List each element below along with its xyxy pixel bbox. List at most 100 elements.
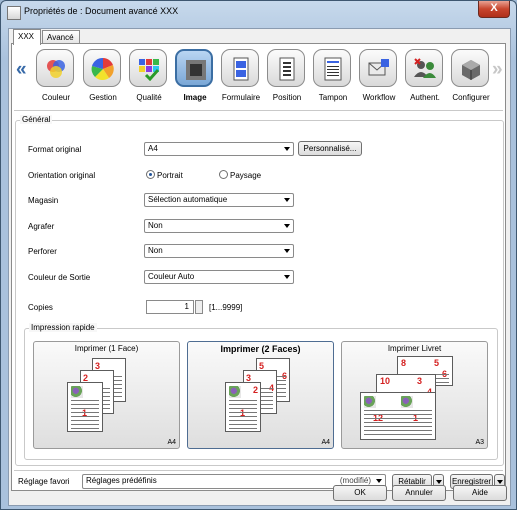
text-line — [229, 416, 257, 417]
window-title: Propriétés de : Document avancé XXX — [24, 6, 179, 16]
text-line — [229, 428, 257, 429]
title-bar: Propriétés de : Document avancé XXX X — [1, 1, 516, 23]
quick-print-booklet[interactable]: Imprimer Livret 856 1034 121 A3 — [341, 341, 488, 449]
copies-value: 1 — [184, 302, 189, 311]
category-configurer[interactable]: Configurer — [448, 47, 494, 105]
quick-print-simplex[interactable]: Imprimer (1 Face) 3 2 1 A4 — [33, 341, 180, 449]
couleur-sortie-select[interactable]: Couleur Auto — [144, 270, 294, 284]
quick-print-group: Impression rapide Imprimer (1 Face) 3 2 … — [24, 323, 498, 460]
ok-button[interactable]: OK — [333, 485, 387, 501]
quality-grid-icon — [129, 49, 167, 87]
format-value: A4 — [148, 144, 158, 153]
properties-window: Propriétés de : Document avancé XXX X XX… — [0, 0, 517, 510]
text-line — [364, 422, 432, 423]
general-group: Général Format original A4 Personnalisé.… — [15, 115, 504, 466]
general-title: Général — [20, 115, 53, 124]
flower-image-icon — [401, 396, 413, 408]
text-line — [71, 428, 99, 429]
chevron-down-icon — [284, 147, 290, 151]
card-title: Imprimer (2 Faces) — [220, 344, 301, 354]
copies-stepper[interactable]: 1 — [146, 300, 194, 314]
portrait-radio[interactable] — [146, 170, 155, 179]
form-ab-icon — [221, 49, 259, 87]
text-line — [71, 420, 99, 421]
workflow-envelope-icon — [359, 49, 397, 87]
page-icon: 1 — [67, 382, 103, 432]
agrafer-label: Agrafer — [28, 222, 55, 231]
format-select[interactable]: A4 — [144, 142, 294, 156]
couleur-sortie-value: Couleur Auto — [148, 272, 195, 281]
magasin-label: Magasin — [28, 196, 59, 205]
perforer-value: Non — [148, 246, 163, 255]
scroll-left-arrow-icon[interactable]: « — [16, 59, 27, 81]
chevron-down-icon — [284, 198, 290, 202]
chevron-down-icon — [436, 480, 442, 484]
format-label: Format original — [28, 145, 82, 154]
quick-print-duplex[interactable]: Imprimer (2 Faces) 56 34 12 A4 — [187, 341, 334, 449]
page-icon: 121 — [360, 392, 436, 440]
portrait-label: Portrait — [157, 171, 183, 180]
tab-xxx[interactable]: XXX — [13, 29, 41, 45]
tab-panel: « Couleur Gestion Qualité Image Formulai… — [11, 43, 506, 491]
landscape-label: Paysage — [230, 171, 262, 180]
category-strip: « Couleur Gestion Qualité Image Formulai… — [12, 47, 505, 105]
text-line — [364, 430, 432, 431]
agrafer-select[interactable]: Non — [144, 219, 294, 233]
text-line — [364, 418, 432, 419]
text-line — [71, 408, 99, 409]
orientation-label: Orientation original — [28, 171, 96, 180]
category-couleur[interactable]: Couleur — [33, 47, 79, 105]
category-label: Configurer — [452, 93, 490, 102]
card-title: Imprimer (1 Face) — [74, 344, 139, 353]
text-line — [364, 410, 432, 411]
favorite-label: Réglage favori — [18, 477, 70, 486]
close-button[interactable]: X — [478, 1, 510, 18]
dialog-client: XXX Avancé « Couleur Gestion Qualité Ima… — [8, 28, 511, 506]
text-line — [71, 412, 99, 413]
landscape-radio[interactable] — [219, 170, 228, 179]
help-button[interactable]: Aide — [453, 485, 507, 501]
text-line — [71, 424, 99, 425]
perforer-select[interactable]: Non — [144, 244, 294, 258]
perforer-label: Perforer — [28, 247, 57, 256]
magasin-select[interactable]: Sélection automatique — [144, 193, 294, 207]
color-circles-icon — [36, 49, 74, 87]
flower-image-icon — [71, 386, 83, 398]
agrafer-value: Non — [148, 221, 163, 230]
page-icon: 12 — [225, 382, 261, 432]
paper-size: A4 — [321, 439, 330, 446]
printer-app-icon — [7, 6, 21, 20]
page-number: 10 — [380, 376, 391, 386]
custom-size-button[interactable]: Personnalisé... — [298, 141, 362, 156]
text-line — [364, 426, 432, 427]
scroll-right-arrow-icon[interactable]: » — [492, 59, 503, 81]
position-page-icon — [267, 49, 305, 87]
separator — [14, 470, 503, 471]
flower-image-icon — [364, 396, 376, 408]
paper-size: A3 — [475, 439, 484, 446]
text-line — [229, 424, 257, 425]
card-title: Imprimer Livret — [387, 344, 442, 353]
couleur-sortie-label: Couleur de Sortie — [28, 273, 91, 282]
flower-image-icon — [229, 386, 241, 398]
cancel-button[interactable]: Annuler — [392, 485, 446, 501]
separator — [14, 110, 503, 111]
page-number: 2 — [252, 385, 258, 395]
tab-avance[interactable]: Avancé — [42, 30, 80, 44]
chevron-down-icon — [284, 224, 290, 228]
color-wheel-icon — [83, 49, 121, 87]
page-number: 3 — [417, 376, 423, 386]
page-number: 5 — [434, 358, 440, 368]
image-halftone-icon — [175, 49, 213, 87]
copies-spin-buttons[interactable] — [195, 300, 203, 314]
chevron-down-icon — [497, 480, 503, 484]
stamp-page-icon — [313, 49, 351, 87]
page-number: 8 — [401, 358, 407, 368]
authentication-users-icon — [405, 49, 443, 87]
magasin-value: Sélection automatique — [148, 195, 228, 204]
text-line — [71, 416, 99, 417]
chevron-down-icon — [284, 275, 290, 279]
chevron-down-icon — [284, 249, 290, 253]
copies-label: Copies — [28, 303, 53, 312]
text-line — [229, 404, 257, 405]
